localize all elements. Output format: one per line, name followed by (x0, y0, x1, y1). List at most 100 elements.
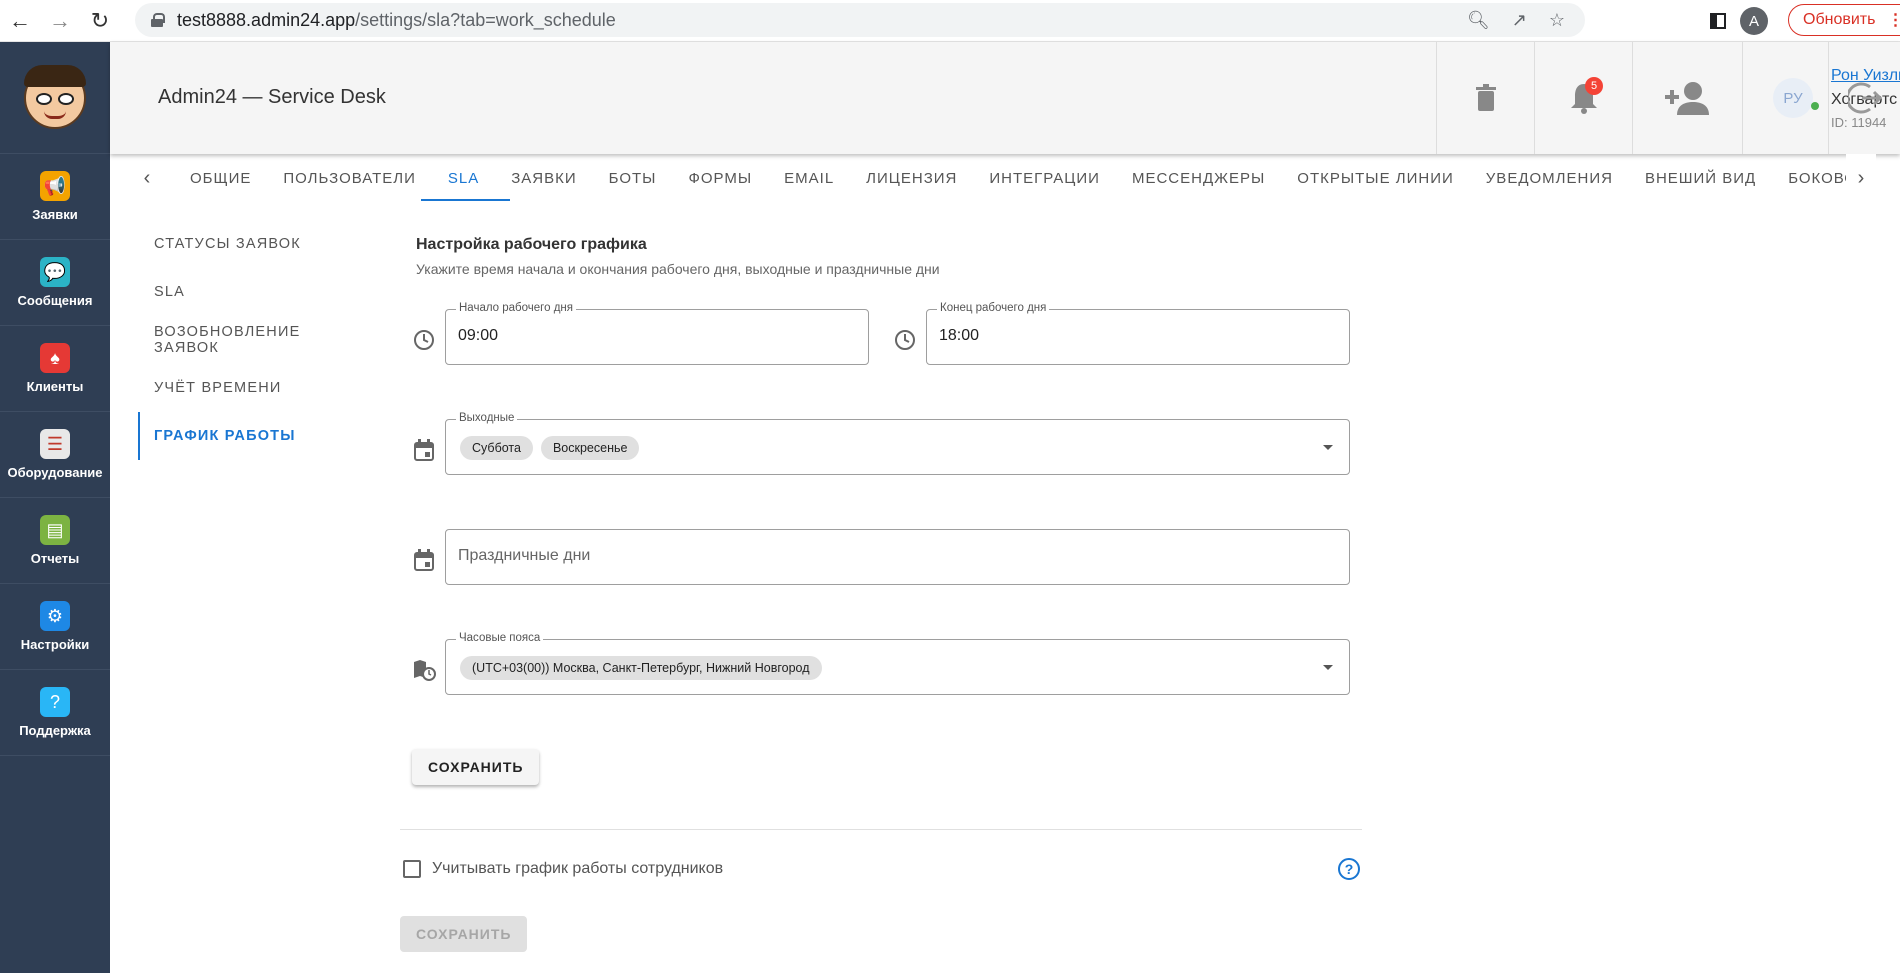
weekend-chip[interactable]: Воскресенье (540, 436, 640, 460)
tab[interactable]: ВНЕШИЙ ВИД (1629, 154, 1772, 202)
tabs-scroll-left-icon[interactable]: ‹ (132, 154, 162, 202)
trash-button[interactable] (1436, 42, 1534, 154)
url-host: test8888.admin24.app (177, 9, 356, 30)
tab[interactable]: ИНТЕГРАЦИИ (973, 154, 1116, 202)
update-button[interactable]: Обновить ⋮ (1788, 4, 1900, 36)
start-time-field[interactable]: Начало рабочего дня 09:00 (445, 302, 869, 365)
help-icon[interactable]: ? (1338, 858, 1360, 880)
trash-icon (1475, 84, 1496, 111)
reports-icon: ▤ (40, 515, 70, 545)
chat-icon: 💬 (40, 257, 70, 287)
equipment-icon: ☰ (40, 429, 70, 459)
zoom-icon[interactable]: 🔍︎ (1467, 10, 1490, 31)
timezone-chip[interactable]: (UTC+03(00)) Москва, Санкт-Петербург, Ни… (460, 656, 822, 680)
weekends-label: Выходные (456, 412, 518, 424)
section-divider (400, 829, 1362, 830)
user-avatar[interactable]: РУ (1773, 78, 1819, 118)
end-time-value: 18:00 (939, 327, 980, 344)
subnav-item[interactable]: Учёт времени (138, 364, 368, 412)
subnav-item[interactable]: SLA (138, 268, 368, 316)
clients-icon: ♠ (40, 343, 70, 373)
tab[interactable]: EMAIL (768, 154, 850, 202)
main-sidebar: 📢 Заявки 💬 Сообщения ♠ Клиенты ☰ Оборудование ▤ О… (0, 42, 110, 973)
app-title: Admin24 — Service Desk (158, 86, 386, 108)
end-time-field[interactable]: Конец рабочего дня 18:00 (926, 302, 1350, 365)
tab[interactable]: ФОРМЫ (672, 154, 768, 202)
timezone-select[interactable]: Часовые пояса (UTC+03(00)) Москва, Санкт… (445, 632, 1350, 695)
subnav-item[interactable]: График работы (138, 412, 368, 460)
gear-icon: ⚙ (40, 601, 70, 631)
sidebar-item[interactable]: ♠ Клиенты (0, 326, 110, 412)
weekend-chip[interactable]: Суббота (460, 436, 533, 460)
weekends-select[interactable]: Выходные Суббота Воскресенье (445, 412, 1350, 475)
sidebar-item[interactable]: 💬 Сообщения (0, 240, 110, 326)
user-initials: РУ (1783, 89, 1803, 107)
dropdown-caret-icon[interactable] (1323, 665, 1333, 670)
sidebar-item-label: Оборудование (7, 465, 103, 480)
timezone-label: Часовые пояса (456, 632, 544, 644)
star-icon[interactable]: ☆ (1549, 10, 1565, 31)
url-path: /settings/sla?tab=work_schedule (355, 9, 616, 30)
sla-subnav: Статусы заявок SLA Возобновление заявок Учё… (138, 220, 368, 460)
save-employee-schedule-button[interactable]: СОХРАНИТЬ (400, 916, 528, 952)
tab[interactable]: ПОЛЬЗОВАТЕЛИ (267, 154, 432, 202)
notifications-button[interactable]: 5 (1534, 42, 1632, 154)
update-label: Обновить (1803, 11, 1876, 28)
holidays-input[interactable]: Праздничные дни (445, 529, 1350, 585)
tab[interactable]: БОТЫ (593, 154, 673, 202)
sidebar-item-label: Отчеты (30, 551, 80, 566)
holidays-placeholder: Праздничные дни (458, 547, 591, 564)
tab[interactable]: SLA (432, 154, 495, 202)
lock-icon (151, 13, 165, 27)
sidebar-item[interactable]: ⚙ Настройки (0, 584, 110, 670)
reload-icon[interactable]: ↻ (80, 0, 120, 42)
tab[interactable]: ОТКРЫТЫЕ ЛИНИИ (1281, 154, 1470, 202)
sidebar-item[interactable]: ▤ Отчеты (0, 498, 110, 584)
sidebar-item-label: Клиенты (26, 379, 84, 394)
clock-icon (412, 328, 436, 352)
employee-schedule-label: Учитывать график работы сотрудников (432, 860, 724, 877)
tab[interactable]: УВЕДОМЛЕНИЯ (1470, 154, 1629, 202)
sidebar-item[interactable]: ? Поддержка (0, 670, 110, 756)
subnav-item[interactable]: Статусы заявок (138, 220, 368, 268)
tab[interactable]: ЛИЦЕНЗИЯ (850, 154, 973, 202)
forward-icon[interactable]: → (40, 0, 80, 42)
address-bar[interactable]: test8888.admin24.app/settings/sla?tab=wo… (135, 3, 1585, 37)
settings-tabs: ОБЩИЕ ПОЛЬЗОВАТЕЛИ SLA ЗАЯВКИ БОТЫ ФОРМЫ EMAIL… (174, 154, 1900, 202)
sidebar-item-label: Сообщения (17, 293, 93, 308)
form-subtitle: Укажите время начала и окончания рабочег… (416, 261, 940, 277)
tabs-scroll-right-icon[interactable]: › (1846, 154, 1876, 202)
tab[interactable]: ЗАЯВКИ (495, 154, 592, 202)
side-panel-icon[interactable] (1710, 13, 1726, 29)
add-user-icon (1664, 82, 1709, 115)
start-time-label: Начало рабочего дня (456, 302, 576, 314)
form-title: Настройка рабочего графика (416, 236, 647, 253)
sidebar-item-label: Заявки (32, 207, 78, 222)
dropdown-caret-icon[interactable] (1323, 445, 1333, 450)
tab[interactable]: ОБЩИЕ (174, 154, 267, 202)
active-tab-indicator (421, 199, 510, 201)
sidebar-item-label: Поддержка (19, 723, 91, 738)
logout-button[interactable] (1828, 42, 1900, 154)
start-time-value: 09:00 (458, 327, 499, 344)
tab[interactable]: МЕССЕНДЖЕРЫ (1116, 154, 1281, 202)
logout-icon (1847, 82, 1882, 114)
employee-schedule-checkbox[interactable] (403, 860, 421, 878)
online-status-dot (1811, 102, 1819, 110)
profile-avatar[interactable]: A (1740, 7, 1768, 35)
calendar-icon (412, 548, 436, 572)
end-time-label: Конец рабочего дня (937, 302, 1050, 314)
save-schedule-button[interactable]: СОХРАНИТЬ (412, 749, 540, 785)
logo[interactable] (0, 42, 110, 154)
clock-icon (893, 328, 917, 352)
app-header: Admin24 — Service Desk 5 РУ Рон Уизли Хо… (110, 42, 1900, 154)
add-user-button[interactable] (1632, 42, 1742, 154)
sidebar-item[interactable]: ☰ Оборудование (0, 412, 110, 498)
subnav-item[interactable]: Возобновление заявок (138, 316, 368, 364)
back-icon[interactable]: ← (0, 0, 40, 42)
megaphone-icon: 📢 (40, 171, 70, 201)
share-icon[interactable]: ↗ (1512, 10, 1527, 31)
sidebar-item-label: Настройки (20, 637, 90, 652)
menu-icon[interactable]: ⋮ (1887, 10, 1900, 30)
sidebar-item[interactable]: 📢 Заявки (0, 154, 110, 240)
